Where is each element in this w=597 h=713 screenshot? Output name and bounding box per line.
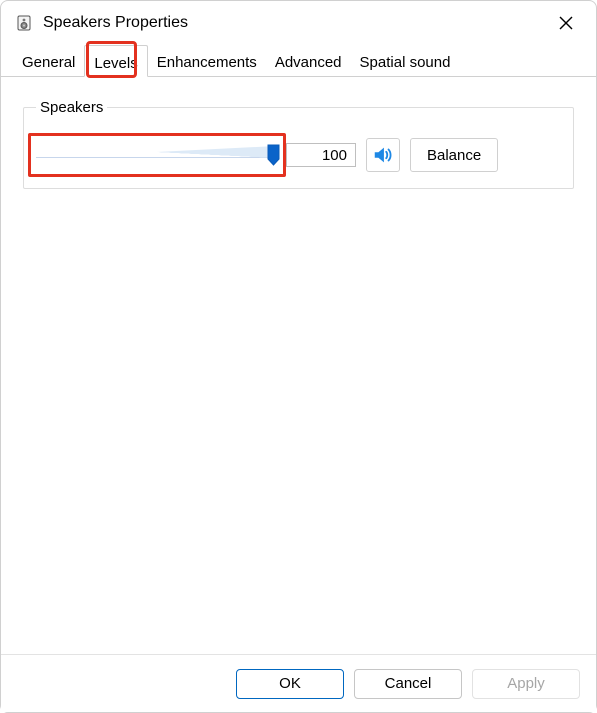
titlebar: Speakers Properties (1, 1, 596, 45)
mute-button[interactable] (366, 138, 400, 172)
balance-button[interactable]: Balance (410, 138, 498, 172)
tab-spatial-sound[interactable]: Spatial sound (351, 45, 460, 76)
window-title: Speakers Properties (43, 14, 546, 32)
close-button[interactable] (546, 3, 586, 43)
apply-button: Apply (472, 669, 580, 699)
tab-advanced[interactable]: Advanced (266, 45, 351, 76)
tab-enhancements[interactable]: Enhancements (148, 45, 266, 76)
tab-general[interactable]: General (13, 45, 84, 76)
volume-slider[interactable] (36, 141, 276, 169)
speakers-group: Speakers (23, 99, 574, 189)
volume-value[interactable] (286, 143, 356, 167)
dialog-footer: OK Cancel Apply (1, 654, 596, 712)
close-icon (559, 16, 573, 30)
tab-bar: General Levels Enhancements Advanced Spa… (1, 45, 596, 77)
volume-row: Balance (36, 138, 561, 172)
slider-thumb-icon (267, 144, 280, 166)
speaker-icon (372, 144, 394, 166)
content-area: Speakers (13, 81, 584, 650)
speakers-group-title: Speakers (36, 99, 107, 116)
tab-levels[interactable]: Levels (84, 45, 147, 77)
ok-button[interactable]: OK (236, 669, 344, 699)
speaker-cabinet-icon (15, 14, 33, 32)
cancel-button[interactable]: Cancel (354, 669, 462, 699)
